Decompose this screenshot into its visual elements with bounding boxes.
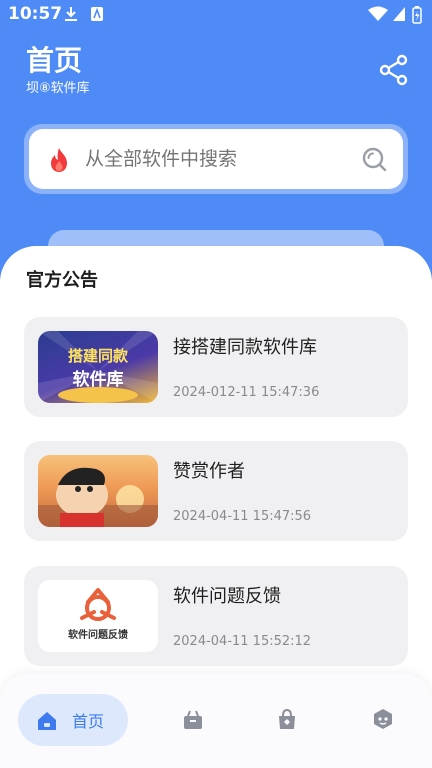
signal-icon xyxy=(393,7,405,21)
thumbnail-text: 软件问题反馈 xyxy=(68,630,128,641)
search-icon[interactable] xyxy=(361,146,387,172)
bottom-navigation: 首页 xyxy=(0,674,432,768)
thumbnail-text: 搭建同款 xyxy=(67,347,128,365)
announcement-title: 软件问题反馈 xyxy=(173,586,281,607)
announcement-time: 2024-04-11 15:47:56 xyxy=(173,509,312,524)
announcement-card[interactable]: 搭建同款 软件库 接搭建同款软件库 2024-012-11 15:47:36 xyxy=(24,317,408,417)
page-header: 首页 坝⑧软件库 xyxy=(26,44,90,98)
announcement-thumbnail: 搭建同款 软件库 xyxy=(38,331,158,403)
status-bar: 10:57 xyxy=(0,0,432,30)
announcement-thumbnail xyxy=(38,455,158,527)
home-icon xyxy=(38,712,56,730)
feedback-logo-icon xyxy=(80,588,116,621)
page-subtitle: 坝⑧软件库 xyxy=(26,81,90,96)
status-time: 10:57 xyxy=(8,4,63,24)
flame-icon xyxy=(51,148,67,172)
battery-icon xyxy=(412,6,422,24)
cartoon-character-image xyxy=(38,467,158,527)
search-input[interactable] xyxy=(85,129,355,189)
shopping-bag-icon[interactable] xyxy=(276,708,298,730)
download-icon xyxy=(65,7,77,21)
category-box-icon[interactable] xyxy=(182,708,204,730)
nav-item-home[interactable]: 首页 xyxy=(18,694,128,746)
wifi-icon xyxy=(368,6,388,21)
share-icon[interactable] xyxy=(378,54,410,86)
app-notification-icon xyxy=(91,7,103,21)
profile-icon[interactable] xyxy=(372,708,394,730)
announcement-title: 接搭建同款软件库 xyxy=(173,337,317,358)
announcement-time: 2024-012-11 15:47:36 xyxy=(173,385,320,400)
announcement-thumbnail: 软件问题反馈 xyxy=(38,580,158,652)
search-bar[interactable] xyxy=(29,129,403,189)
announcement-time: 2024-04-11 15:52:12 xyxy=(173,634,312,649)
page-title: 首页 xyxy=(26,44,83,77)
thumbnail-text: 软件库 xyxy=(72,370,124,390)
section-title: 官方公告 xyxy=(26,270,98,291)
announcement-title: 赞赏作者 xyxy=(173,461,245,482)
announcement-card[interactable]: 软件问题反馈 软件问题反馈 2024-04-11 15:52:12 xyxy=(24,566,408,666)
nav-item-label: 首页 xyxy=(72,712,105,731)
announcement-card[interactable]: 赞赏作者 2024-04-11 15:47:56 xyxy=(24,441,408,541)
